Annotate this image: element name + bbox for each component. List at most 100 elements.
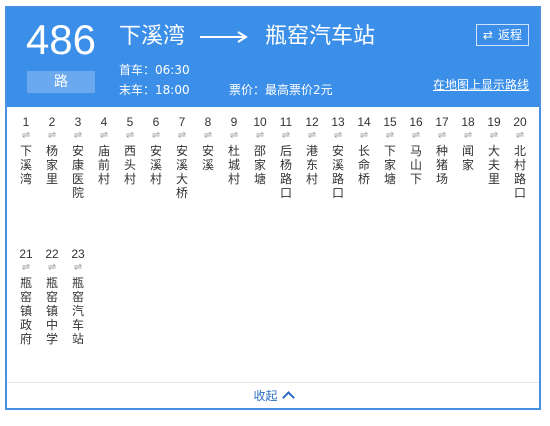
stop-number: 22 (45, 247, 59, 261)
stop-number: 1 (22, 115, 30, 129)
bidirectional-icon: ⇌ (411, 130, 421, 141)
stop-item[interactable]: 16 ⇌ 马山下 (405, 114, 427, 186)
bidirectional-icon: ⇌ (255, 130, 265, 141)
bidirectional-icon: ⇌ (47, 262, 57, 273)
stop-number: 7 (178, 115, 186, 129)
stop-number: 19 (487, 115, 501, 129)
bidirectional-icon: ⇌ (203, 130, 213, 141)
stop-item[interactable]: 13 ⇌ 安溪路口 (327, 114, 349, 200)
stop-name: 后杨路口 (279, 144, 292, 200)
stop-name: 杜城村 (227, 144, 240, 186)
stop-number: 5 (126, 115, 134, 129)
bidirectional-icon: ⇌ (177, 130, 187, 141)
stop-name: 种猪场 (435, 144, 448, 186)
show-on-map-link[interactable]: 在地图上显示路线 (433, 76, 529, 93)
stop-name: 闻家 (461, 144, 474, 172)
stop-item[interactable]: 3 ⇌ 安康医院 (67, 114, 89, 200)
collapse-button[interactable]: 收起 (7, 382, 539, 409)
right-arrow-icon (200, 22, 250, 52)
stop-item[interactable]: 4 ⇌ 庙前村 (93, 114, 115, 186)
stop-item[interactable]: 17 ⇌ 种猪场 (431, 114, 453, 186)
bidirectional-icon: ⇌ (73, 130, 83, 141)
stop-name: 安康医院 (71, 144, 84, 200)
origin-stop: 下溪湾 (119, 24, 186, 49)
stop-number: 13 (331, 115, 345, 129)
stop-item[interactable]: 19 ⇌ 大夫里 (483, 114, 505, 186)
stop-item[interactable]: 9 ⇌ 杜城村 (223, 114, 245, 186)
bidirectional-icon: ⇌ (21, 130, 31, 141)
stop-item[interactable]: 10 ⇌ 邵家塘 (249, 114, 271, 186)
stop-item[interactable]: 1 ⇌ 下溪湾 (15, 114, 37, 186)
stop-item[interactable]: 11 ⇌ 后杨路口 (275, 114, 297, 200)
bidirectional-icon: ⇌ (151, 130, 161, 141)
bidirectional-icon: ⇌ (125, 130, 135, 141)
stop-name: 庙前村 (97, 144, 110, 186)
bus-route-card: 486 路 下溪湾 瓶窑汽车站 首车：06:30 末车：18:00 票价：最高票… (5, 6, 541, 410)
stop-number: 3 (74, 115, 82, 129)
stop-name: 长命桥 (357, 144, 370, 186)
bidirectional-icon: ⇌ (489, 130, 499, 141)
stop-number: 8 (204, 115, 212, 129)
stop-item[interactable]: 5 ⇌ 西头村 (119, 114, 141, 186)
stop-number: 4 (100, 115, 108, 129)
stop-number: 20 (513, 115, 527, 129)
stop-item[interactable]: 8 ⇌ 安溪 (197, 114, 219, 172)
bidirectional-icon: ⇌ (463, 130, 473, 141)
stop-name: 安溪路口 (331, 144, 344, 200)
stop-item[interactable]: 22 ⇌ 瓶窑镇中学 (41, 246, 63, 346)
stop-number: 18 (461, 115, 475, 129)
stop-item[interactable]: 20 ⇌ 北村路口 (509, 114, 531, 200)
service-times: 首车：06:30 末车：18:00 (119, 60, 190, 100)
bidirectional-icon: ⇌ (73, 262, 83, 273)
bidirectional-icon: ⇌ (21, 262, 31, 273)
stop-number: 12 (305, 115, 319, 129)
stop-name: 西头村 (123, 144, 136, 186)
stop-number: 11 (279, 115, 293, 129)
route-number: 486 (25, 16, 97, 63)
destination-stop: 瓶窑汽车站 (265, 24, 376, 49)
route-header: 486 路 下溪湾 瓶窑汽车站 首车：06:30 末车：18:00 票价：最高票… (7, 8, 539, 107)
stop-item[interactable]: 14 ⇌ 长命桥 (353, 114, 375, 186)
route-unit-label: 路 (27, 71, 95, 93)
stop-number: 16 (409, 115, 423, 129)
bidirectional-icon: ⇌ (307, 130, 317, 141)
collapse-label: 收起 (253, 389, 278, 403)
bidirectional-icon: ⇌ (99, 130, 109, 141)
stop-name: 安溪大桥 (175, 144, 188, 200)
bidirectional-icon: ⇌ (385, 130, 395, 141)
bidirectional-icon: ⇌ (47, 130, 57, 141)
swap-icon: ⇄ (482, 28, 493, 42)
return-trip-button[interactable]: ⇄ 返程 (475, 24, 529, 46)
stop-number: 15 (383, 115, 397, 129)
bidirectional-icon: ⇌ (281, 130, 291, 141)
bidirectional-icon: ⇌ (229, 130, 239, 141)
stop-name: 杨家里 (45, 144, 58, 186)
stop-name: 瓶窑镇政府 (19, 276, 32, 346)
stop-name: 邵家塘 (253, 144, 266, 186)
stop-name: 下家塘 (383, 144, 396, 186)
bidirectional-icon: ⇌ (515, 130, 525, 141)
bidirectional-icon: ⇌ (437, 130, 447, 141)
stop-number: 23 (71, 247, 85, 261)
stop-item[interactable]: 23 ⇌ 瓶窑汽车站 (67, 246, 89, 346)
stop-name: 马山下 (409, 144, 422, 186)
stop-item[interactable]: 6 ⇌ 安溪村 (145, 114, 167, 186)
stop-name: 北村路口 (513, 144, 526, 200)
stop-name: 瓶窑镇中学 (45, 276, 58, 346)
chevron-up-icon (281, 391, 295, 404)
stop-item[interactable]: 2 ⇌ 杨家里 (41, 114, 63, 186)
stop-item[interactable]: 12 ⇌ 港东村 (301, 114, 323, 186)
stop-number: 21 (19, 247, 33, 261)
stop-name: 港东村 (305, 144, 318, 186)
stop-name: 安溪 (201, 144, 214, 172)
stop-item[interactable]: 15 ⇌ 下家塘 (379, 114, 401, 186)
stop-name: 安溪村 (149, 144, 162, 186)
stop-item[interactable]: 21 ⇌ 瓶窑镇政府 (15, 246, 37, 346)
route-title: 下溪湾 瓶窑汽车站 (119, 22, 375, 52)
stop-item[interactable]: 7 ⇌ 安溪大桥 (171, 114, 193, 200)
stop-number: 2 (48, 115, 56, 129)
stop-number: 10 (253, 115, 267, 129)
stop-name: 下溪湾 (19, 144, 32, 186)
stop-item[interactable]: 18 ⇌ 闻家 (457, 114, 479, 172)
first-bus-time: 首车：06:30 (119, 63, 190, 77)
